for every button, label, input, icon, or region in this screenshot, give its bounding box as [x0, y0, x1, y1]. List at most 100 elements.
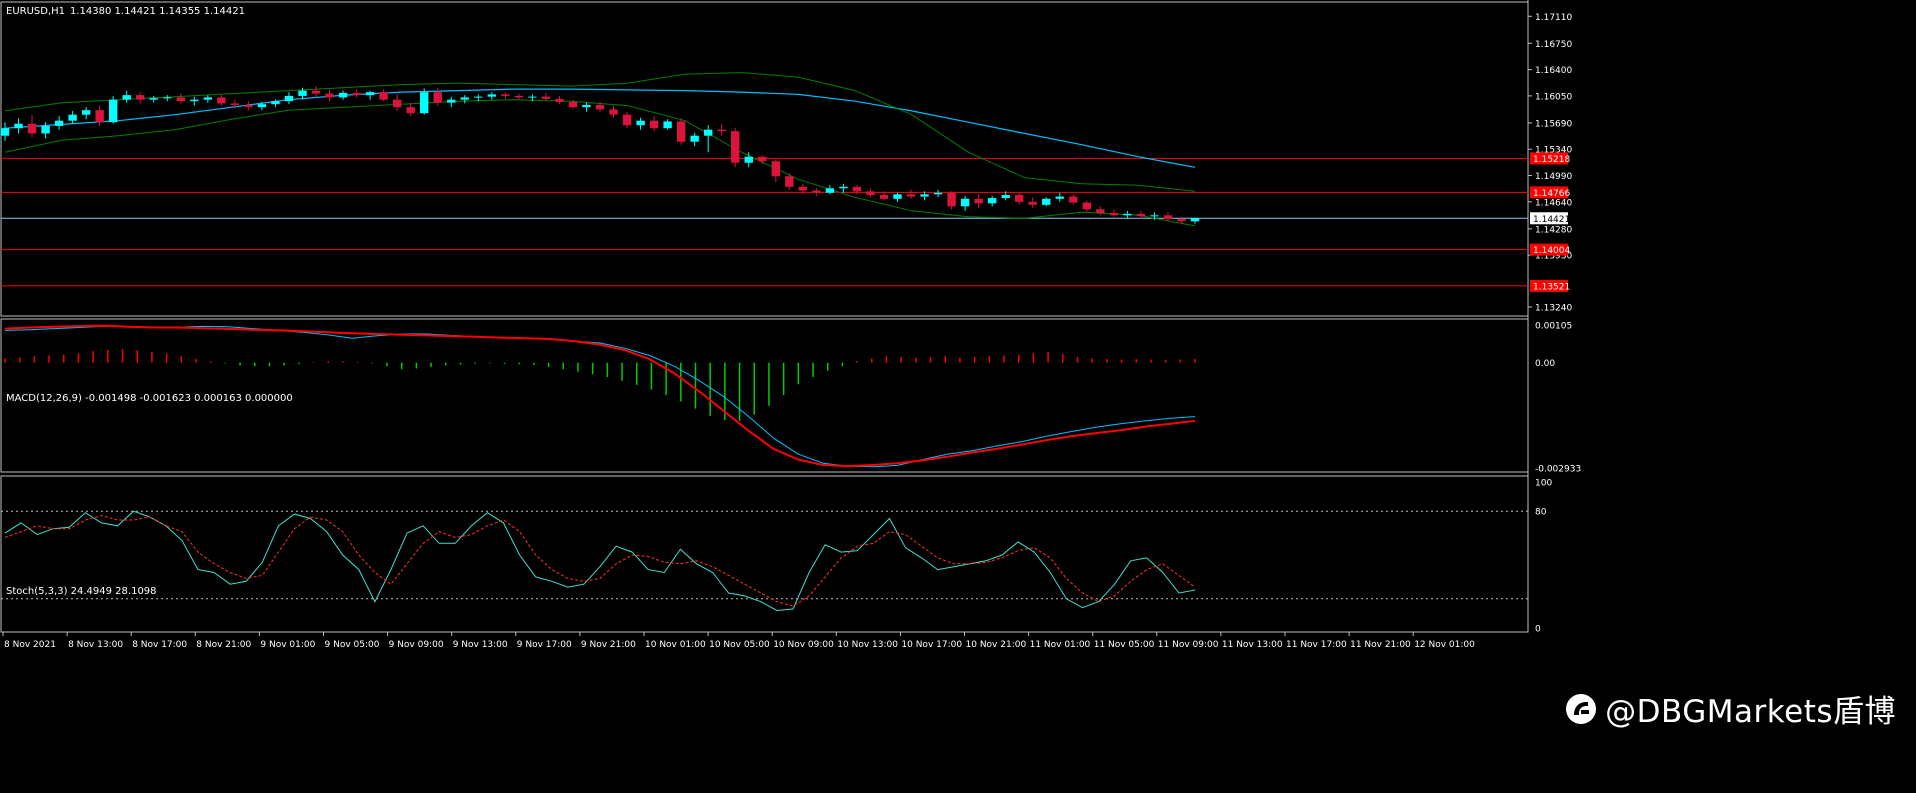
candle-body[interactable]: [852, 186, 862, 192]
candle-body[interactable]: [663, 121, 672, 129]
candle-body[interactable]: [785, 176, 794, 187]
stoch-title: Stoch(5,3,3) 24.4949 28.1098: [6, 586, 157, 597]
candle-body[interactable]: [568, 101, 578, 108]
candle-body[interactable]: [27, 123, 37, 134]
candle-body[interactable]: [433, 92, 442, 103]
candle-body[interactable]: [825, 188, 835, 193]
candle-body[interactable]: [1109, 213, 1119, 216]
candle-body[interactable]: [609, 109, 618, 115]
candle-body[interactable]: [217, 97, 226, 104]
macd-tick-label: -0.002933: [1535, 465, 1581, 475]
candle-body[interactable]: [866, 191, 875, 196]
candle-body[interactable]: [338, 92, 348, 98]
candle-body[interactable]: [108, 99, 118, 123]
candle-body[interactable]: [582, 104, 591, 108]
candle-body[interactable]: [690, 135, 699, 142]
candle-body[interactable]: [703, 129, 713, 136]
candle-body[interactable]: [163, 97, 172, 99]
candle-body[interactable]: [1028, 201, 1037, 205]
candle-body[interactable]: [474, 96, 483, 98]
candle-body[interactable]: [365, 92, 375, 96]
candle-body[interactable]: [14, 123, 23, 129]
candle-body[interactable]: [1123, 213, 1132, 216]
candle-body[interactable]: [1082, 202, 1092, 210]
candle-body[interactable]: [541, 96, 551, 99]
candle-body[interactable]: [298, 90, 307, 96]
candle-body[interactable]: [149, 98, 158, 100]
candle-body[interactable]: [501, 94, 510, 96]
candle-body[interactable]: [284, 95, 294, 102]
candle-body[interactable]: [81, 110, 91, 115]
candle-body[interactable]: [649, 120, 659, 129]
candle-body[interactable]: [812, 190, 821, 193]
candle-body[interactable]: [122, 95, 131, 100]
candle-body[interactable]: [203, 97, 213, 100]
candle-body[interactable]: [0, 128, 10, 136]
candle-body[interactable]: [190, 99, 199, 102]
candle-body[interactable]: [555, 98, 564, 102]
candle-body[interactable]: [676, 121, 686, 142]
level-label: 1.14766: [1533, 189, 1570, 199]
candle-body[interactable]: [1177, 219, 1186, 222]
candle-body[interactable]: [1042, 198, 1051, 205]
candle-body[interactable]: [974, 198, 983, 204]
candle-body[interactable]: [744, 156, 753, 163]
candle-body[interactable]: [230, 103, 240, 105]
candle-body[interactable]: [136, 95, 145, 100]
candle-body[interactable]: [717, 129, 726, 132]
candle-body[interactable]: [460, 97, 469, 100]
candle-body[interactable]: [54, 120, 64, 126]
candle-body[interactable]: [595, 104, 605, 110]
candle-body[interactable]: [1055, 196, 1064, 199]
candle-body[interactable]: [379, 92, 388, 100]
candle-body[interactable]: [257, 104, 267, 108]
candle-body[interactable]: [1096, 209, 1105, 214]
candle-body[interactable]: [622, 114, 632, 126]
time-tick-label: 10 Nov 21:00: [966, 640, 1027, 650]
candle-body[interactable]: [906, 194, 916, 197]
candle-body[interactable]: [1001, 195, 1010, 199]
candle-body[interactable]: [420, 92, 429, 114]
time-tick-label: 11 Nov 13:00: [1222, 640, 1283, 650]
time-tick-label: 9 Nov 09:00: [389, 640, 444, 650]
candle-body[interactable]: [960, 198, 970, 207]
candle-body[interactable]: [528, 96, 537, 98]
candle-body[interactable]: [514, 95, 524, 98]
candle-body[interactable]: [311, 90, 321, 94]
time-tick-label: 9 Nov 01:00: [260, 640, 315, 650]
candle-body[interactable]: [271, 101, 280, 105]
candle-body[interactable]: [879, 195, 889, 199]
candle-body[interactable]: [68, 114, 77, 121]
candle-body[interactable]: [1190, 218, 1200, 222]
candle-body[interactable]: [325, 93, 334, 98]
candle-body[interactable]: [839, 186, 848, 189]
candle-body[interactable]: [636, 120, 645, 126]
chart-canvas[interactable]: 1.171101.167501.164001.160501.156901.153…: [0, 0, 1916, 793]
candle-body[interactable]: [987, 198, 997, 204]
candle-body[interactable]: [1163, 215, 1173, 220]
candle-body[interactable]: [176, 97, 185, 102]
candle-body[interactable]: [798, 186, 808, 191]
candle-body[interactable]: [392, 99, 402, 108]
candle-body[interactable]: [1136, 213, 1146, 217]
candle-body[interactable]: [487, 94, 497, 97]
candle-body[interactable]: [352, 92, 361, 96]
candle-body[interactable]: [758, 156, 767, 162]
candle-body[interactable]: [1069, 196, 1078, 203]
candle-body[interactable]: [893, 194, 902, 199]
candle-body[interactable]: [41, 125, 50, 134]
chart-header-ohlc: 1.14380 1.14421 1.14355 1.14421: [70, 6, 245, 17]
candle-body[interactable]: [771, 161, 780, 177]
candle-body[interactable]: [731, 131, 740, 163]
candle-body[interactable]: [933, 192, 943, 195]
candle-body[interactable]: [1015, 195, 1024, 202]
candle-body[interactable]: [947, 192, 956, 207]
candle-body[interactable]: [1150, 215, 1159, 217]
price-tick-label: 1.13240: [1535, 303, 1572, 313]
candle-body[interactable]: [447, 99, 456, 103]
candle-body[interactable]: [406, 107, 415, 114]
candle-body[interactable]: [244, 104, 253, 108]
candle-body[interactable]: [920, 194, 929, 197]
price-tick-label: 1.16750: [1535, 40, 1572, 50]
candle-body[interactable]: [95, 110, 104, 123]
